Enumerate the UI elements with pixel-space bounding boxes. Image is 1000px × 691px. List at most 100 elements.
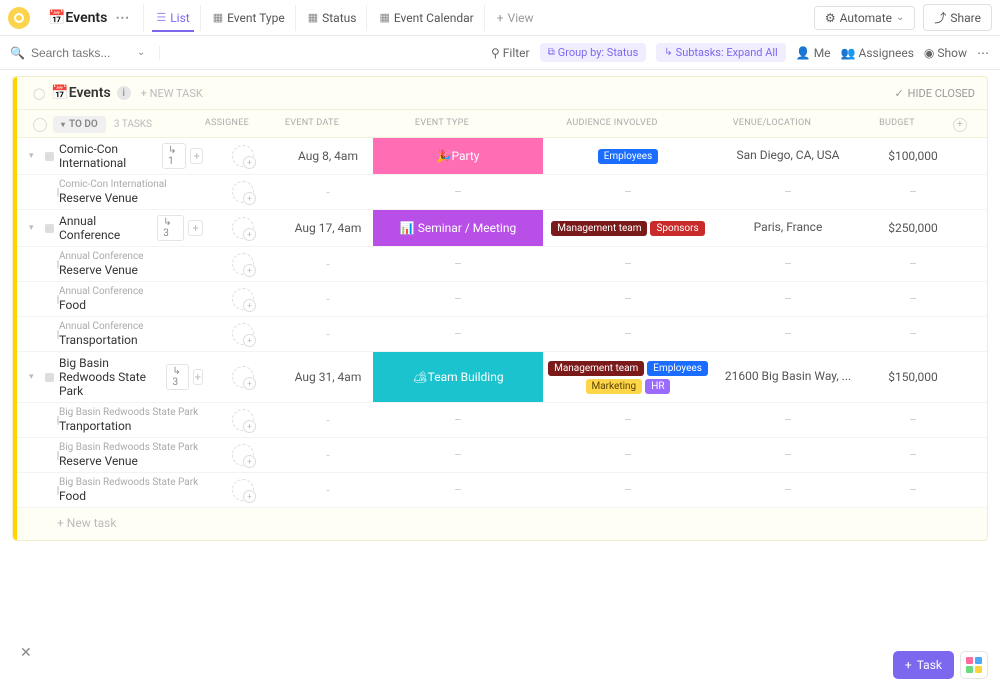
add-subtask-button[interactable]: + bbox=[190, 148, 203, 164]
event-type-cell[interactable]: 📊 Seminar / Meeting bbox=[373, 210, 543, 246]
assignee-placeholder[interactable] bbox=[232, 145, 254, 167]
date-cell[interactable]: - bbox=[283, 483, 373, 497]
task-name-cell[interactable]: Big Basin Redwoods State Park Tranportat… bbox=[59, 403, 203, 437]
event-type-cell[interactable]: – bbox=[373, 448, 543, 462]
subtask-row[interactable]: Annual Conference Food - – – – – bbox=[13, 282, 987, 317]
assignee-placeholder[interactable] bbox=[232, 181, 254, 203]
expand-icon[interactable]: ▾ bbox=[29, 372, 39, 382]
task-name-cell[interactable]: Annual Conference ↳ 3 + bbox=[59, 210, 203, 246]
collapse-icon[interactable]: ◯ bbox=[33, 87, 45, 100]
venue-cell[interactable]: – bbox=[713, 448, 863, 462]
search-input[interactable] bbox=[31, 46, 131, 60]
event-type-cell[interactable]: – bbox=[373, 483, 543, 497]
status-square[interactable] bbox=[45, 373, 54, 382]
show-button[interactable]: ◉Show bbox=[924, 46, 967, 60]
assignee-cell[interactable] bbox=[203, 444, 283, 466]
budget-cell[interactable]: – bbox=[863, 327, 963, 341]
assignee-placeholder[interactable] bbox=[232, 366, 254, 388]
task-name-cell[interactable]: Annual Conference Transportation bbox=[59, 317, 203, 351]
audience-cell[interactable]: Management teamSponsors bbox=[543, 218, 713, 239]
assignee-cell[interactable] bbox=[203, 181, 283, 203]
subtask-row[interactable]: Big Basin Redwoods State Park Food - – –… bbox=[13, 473, 987, 508]
assignee-placeholder[interactable] bbox=[232, 409, 254, 431]
assignee-cell[interactable] bbox=[203, 253, 283, 275]
me-button[interactable]: 👤Me bbox=[796, 46, 831, 60]
status-circle-icon[interactable] bbox=[33, 118, 47, 132]
budget-cell[interactable]: – bbox=[863, 185, 963, 199]
tab-status[interactable]: ▦ Status bbox=[298, 5, 368, 31]
tab-event-calendar[interactable]: ▦ Event Calendar bbox=[369, 5, 484, 31]
venue-cell[interactable]: – bbox=[713, 327, 863, 341]
task-name-cell[interactable]: Comic-Con International ↳ 1 + bbox=[59, 138, 203, 174]
workspace-menu[interactable]: ⋯ bbox=[111, 10, 133, 26]
add-view-button[interactable]: + View bbox=[487, 5, 544, 31]
subtask-row[interactable]: Annual Conference Reserve Venue - – – – … bbox=[13, 247, 987, 282]
audience-cell[interactable]: – bbox=[543, 413, 713, 427]
task-row[interactable]: ▾ Annual Conference ↳ 3 + Aug 17, 4am 📊 … bbox=[13, 210, 987, 247]
assignee-placeholder[interactable] bbox=[232, 288, 254, 310]
info-icon[interactable]: i bbox=[117, 86, 131, 100]
chevron-down-icon[interactable]: ⌄ bbox=[137, 47, 145, 58]
add-task-row[interactable]: + New task bbox=[13, 508, 987, 540]
expand-icon[interactable]: ▾ bbox=[29, 151, 39, 161]
search-box[interactable]: 🔍 ⌄ bbox=[10, 46, 160, 60]
add-column-button[interactable]: + bbox=[953, 118, 967, 132]
status-square[interactable] bbox=[45, 152, 54, 161]
task-name-cell[interactable]: Annual Conference Food bbox=[59, 282, 203, 316]
venue-cell[interactable]: 21600 Big Basin Way, ... bbox=[713, 369, 863, 386]
subtask-count-badge[interactable]: ↳ 3 bbox=[157, 215, 184, 241]
date-cell[interactable]: - bbox=[283, 327, 373, 341]
venue-cell[interactable]: – bbox=[713, 483, 863, 497]
event-type-cell[interactable]: 🏕Team Building bbox=[373, 352, 543, 402]
workspace-title[interactable]: 📅Events ⋯ bbox=[38, 4, 144, 32]
automate-button[interactable]: ⚙ Automate ⌄ bbox=[814, 6, 916, 30]
date-cell[interactable]: - bbox=[283, 185, 373, 199]
audience-cell[interactable]: – bbox=[543, 185, 713, 199]
budget-cell[interactable]: $150,000 bbox=[863, 370, 963, 384]
audience-cell[interactable]: – bbox=[543, 448, 713, 462]
event-type-cell[interactable]: – bbox=[373, 185, 543, 199]
hide-closed-button[interactable]: ✓HIDE CLOSED bbox=[894, 87, 975, 100]
date-cell[interactable]: Aug 17, 4am bbox=[283, 221, 373, 235]
subtask-row[interactable]: Comic-Con International Reserve Venue - … bbox=[13, 175, 987, 210]
budget-cell[interactable]: – bbox=[863, 257, 963, 271]
venue-cell[interactable]: – bbox=[713, 292, 863, 306]
budget-cell[interactable]: $100,000 bbox=[863, 149, 963, 163]
expand-icon[interactable]: ▾ bbox=[29, 223, 39, 233]
budget-cell[interactable]: $250,000 bbox=[863, 221, 963, 235]
assignee-cell[interactable] bbox=[203, 145, 283, 167]
audience-cell[interactable]: Employees bbox=[543, 146, 713, 167]
date-cell[interactable]: - bbox=[283, 413, 373, 427]
venue-cell[interactable]: Paris, France bbox=[713, 220, 863, 237]
audience-cell[interactable]: – bbox=[543, 483, 713, 497]
assignee-placeholder[interactable] bbox=[232, 217, 254, 239]
event-type-cell[interactable]: 🎉Party bbox=[373, 138, 543, 174]
assignees-button[interactable]: 👥Assignees bbox=[841, 46, 914, 60]
task-row[interactable]: ▾ Big Basin Redwoods State Park ↳ 3 + Au… bbox=[13, 352, 987, 403]
task-row[interactable]: ▾ Comic-Con International ↳ 1 + Aug 8, 4… bbox=[13, 138, 987, 175]
filter-button[interactable]: ⚲Filter bbox=[491, 46, 530, 60]
subtask-count-badge[interactable]: ↳ 3 bbox=[166, 364, 188, 390]
add-subtask-button[interactable]: + bbox=[188, 220, 203, 236]
date-cell[interactable]: Aug 8, 4am bbox=[283, 149, 373, 163]
event-type-cell[interactable]: – bbox=[373, 327, 543, 341]
audience-cell[interactable]: – bbox=[543, 327, 713, 341]
task-name-cell[interactable]: Big Basin Redwoods State Park ↳ 3 + bbox=[59, 352, 203, 402]
assignee-cell[interactable] bbox=[203, 409, 283, 431]
audience-cell[interactable]: – bbox=[543, 257, 713, 271]
venue-cell[interactable]: San Diego, CA, USA bbox=[713, 148, 863, 165]
budget-cell[interactable]: – bbox=[863, 448, 963, 462]
new-task-fab[interactable]: +Task bbox=[893, 651, 954, 679]
date-cell[interactable]: - bbox=[283, 292, 373, 306]
event-type-cell[interactable]: – bbox=[373, 292, 543, 306]
audience-cell[interactable]: Management teamEmployeesMarketingHR bbox=[543, 358, 713, 397]
audience-cell[interactable]: – bbox=[543, 292, 713, 306]
budget-cell[interactable]: – bbox=[863, 483, 963, 497]
assignee-placeholder[interactable] bbox=[232, 479, 254, 501]
tab-list[interactable]: ☰ List bbox=[146, 5, 200, 31]
task-name-cell[interactable]: Big Basin Redwoods State Park Food bbox=[59, 473, 203, 507]
share-button[interactable]: ⤴ Share bbox=[923, 4, 992, 31]
assignee-placeholder[interactable] bbox=[232, 253, 254, 275]
task-name-cell[interactable]: Annual Conference Reserve Venue bbox=[59, 247, 203, 281]
status-group-chip[interactable]: TO DO bbox=[53, 116, 106, 133]
